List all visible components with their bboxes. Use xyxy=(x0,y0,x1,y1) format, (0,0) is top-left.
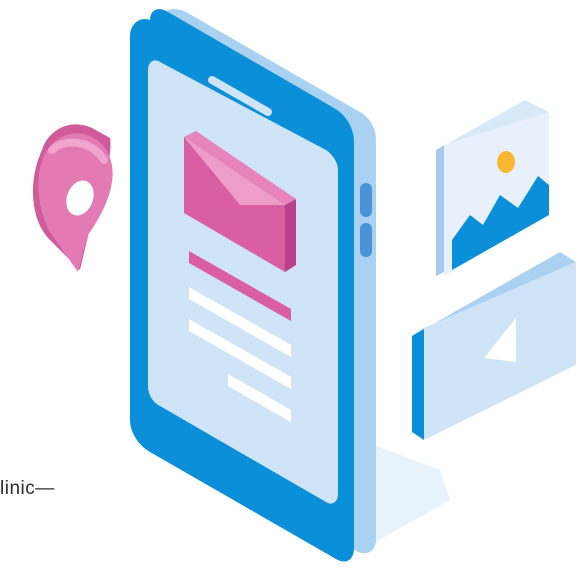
image-icon xyxy=(436,100,549,276)
illustration-stage: linic— xyxy=(0,0,582,567)
location-pin-icon xyxy=(32,124,113,272)
caption-text: linic— xyxy=(0,478,55,499)
mobile-content-illustration xyxy=(32,9,576,562)
phone-button-lower xyxy=(360,223,372,257)
smartphone-icon xyxy=(130,9,376,562)
video-play-icon xyxy=(412,252,576,440)
phone-button-upper xyxy=(360,183,372,217)
envelope-side xyxy=(285,199,296,272)
image-sun xyxy=(497,151,515,173)
image-card-side xyxy=(436,145,444,276)
video-card-side xyxy=(412,328,424,440)
